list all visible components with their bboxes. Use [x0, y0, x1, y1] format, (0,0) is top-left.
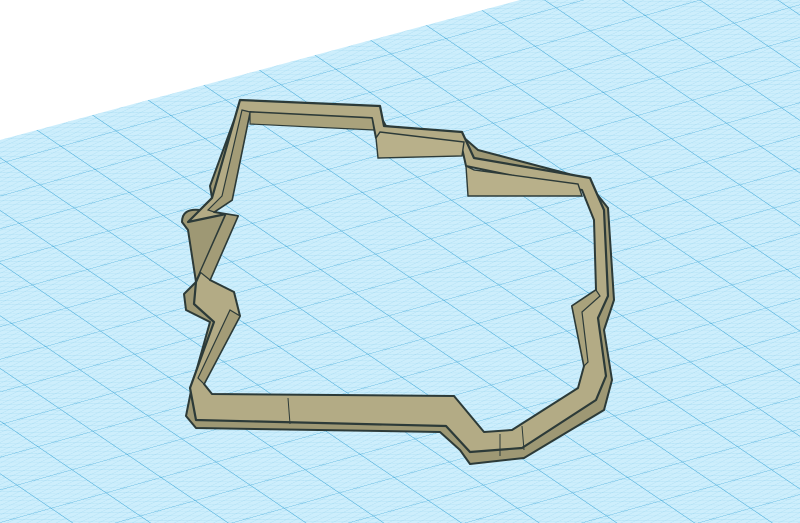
- workplane-scene[interactable]: [0, 0, 800, 523]
- 3d-viewport[interactable]: [0, 0, 800, 523]
